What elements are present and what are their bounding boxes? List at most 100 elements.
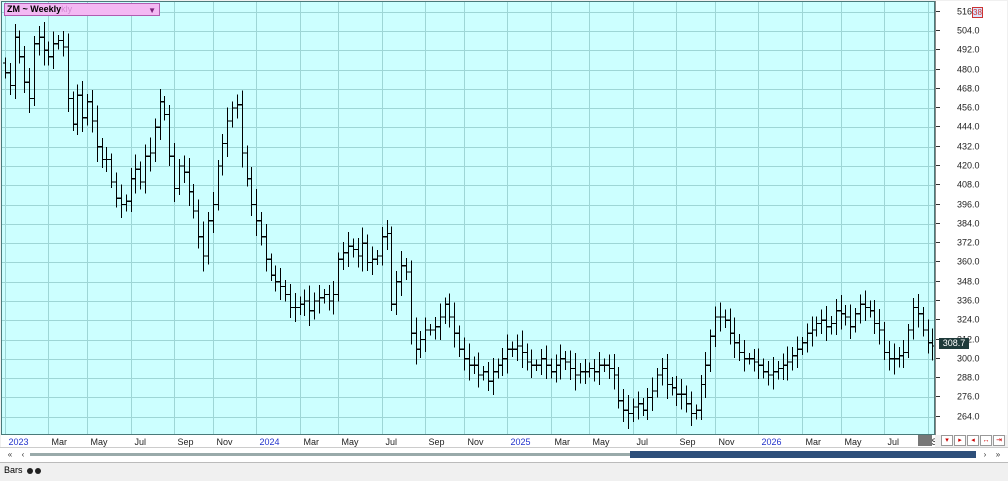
ohlc-bar <box>863 290 868 321</box>
scroll-left-icon[interactable]: « <box>4 449 16 460</box>
ohlc-bar <box>829 315 834 335</box>
ohlc-bar <box>100 137 105 169</box>
ohlc-bar <box>476 352 481 388</box>
ohlc-bar <box>312 292 317 320</box>
price-tick-label: 408.0 <box>957 180 980 190</box>
ohlc-bar <box>8 63 13 96</box>
dropdown-caret-icon[interactable]: ▼ <box>148 5 156 16</box>
time-tick-label: Nov <box>468 437 485 447</box>
ohlc-bar <box>631 398 636 423</box>
ohlc-bar <box>269 253 274 282</box>
ohlc-bar <box>360 227 365 272</box>
symbol-selector[interactable]: ZM ~ Weeklykly ▼ <box>4 3 160 16</box>
horizontal-scrollbar[interactable]: « ‹ › » <box>0 447 1008 462</box>
scroll-step-right-icon[interactable]: › <box>979 449 991 460</box>
scroll-right-icon[interactable]: » <box>992 449 1004 460</box>
ohlc-bar <box>225 107 230 157</box>
ohlc-bar <box>27 67 32 113</box>
ohlc-bar <box>71 91 76 131</box>
ohlc-bar <box>109 153 114 188</box>
price-tick-label: 360.0 <box>957 257 980 267</box>
ohlc-bar <box>926 319 931 354</box>
ohlc-bar <box>573 353 578 391</box>
ohlc-bar <box>438 303 443 341</box>
ohlc-bar <box>752 349 757 372</box>
ohlc-bar <box>133 154 138 194</box>
ohlc-bar <box>298 296 303 316</box>
ohlc-bar <box>621 389 626 422</box>
ohlc-bar <box>525 343 530 371</box>
ohlc-bar <box>394 271 399 315</box>
ohlc-bar <box>805 323 810 353</box>
bars-tab[interactable]: Bars <box>4 465 42 475</box>
ohlc-bar <box>737 334 742 362</box>
ohlc-bar <box>916 293 921 328</box>
scroll-thumb[interactable] <box>630 451 976 458</box>
ohlc-bar <box>858 294 863 324</box>
nav-button-3[interactable]: ◂ <box>967 435 979 446</box>
ohlc-bar <box>872 300 877 335</box>
time-tick-label: Jul <box>637 437 649 447</box>
ohlc-bar <box>235 94 240 119</box>
ohlc-bar <box>46 41 51 66</box>
ohlc-bar <box>119 184 124 219</box>
scroll-step-left-icon[interactable]: ‹ <box>17 449 29 460</box>
time-tick-label: Jul <box>386 437 398 447</box>
ohlc-bar <box>85 93 90 126</box>
ohlc-bar <box>544 345 549 379</box>
ohlc-bar <box>578 363 583 384</box>
ohlc-bar <box>756 348 761 379</box>
ohlc-bar <box>892 343 897 375</box>
ohlc-bar <box>486 362 491 391</box>
ohlc-bar <box>747 353 752 365</box>
price-tick-label: 288.0 <box>957 373 980 383</box>
ohlc-bar <box>264 224 269 272</box>
ohlc-bar <box>167 104 172 166</box>
dot-icon <box>27 467 34 474</box>
ohlc-bar <box>467 343 472 381</box>
ohlc-bar <box>800 336 805 355</box>
ohlc-bar <box>921 307 926 337</box>
ohlc-bar <box>404 257 409 280</box>
ohlc-bar <box>650 377 655 411</box>
price-tick-label: 300.0 <box>957 354 980 364</box>
price-tick-label: 372.0 <box>957 238 980 248</box>
ohlc-bar <box>428 324 433 336</box>
ohlc-bar <box>529 349 534 378</box>
nav-button-1[interactable]: ▾ <box>941 435 953 446</box>
price-tick-label: 468.0 <box>957 84 980 94</box>
nav-button-2[interactable]: ▸ <box>954 435 966 446</box>
ohlc-bar <box>3 57 8 79</box>
ohlc-bar <box>500 348 505 376</box>
time-tick-label: 2023 <box>9 437 29 447</box>
ohlc-bar <box>414 317 419 365</box>
corner-badge[interactable]: 38 <box>972 7 983 18</box>
price-tick-label: 324.0 <box>957 315 980 325</box>
ohlc-bar <box>906 324 911 359</box>
ohlc-bar <box>563 351 568 370</box>
ohlc-bar <box>887 340 892 371</box>
price-tick-label: 420.0 <box>957 161 980 171</box>
ohlc-bar <box>177 159 182 196</box>
ohlc-bar <box>143 144 148 194</box>
ohlc-bar <box>868 300 873 318</box>
nav-button-5[interactable]: ⇥ <box>993 435 1005 446</box>
ohlc-bar <box>839 295 844 330</box>
time-tick-label: Sep <box>429 437 445 447</box>
ohlc-bar <box>558 344 563 380</box>
ohlc-bar <box>114 172 119 208</box>
ohlc-bar <box>496 358 501 379</box>
time-tick-label: Jul <box>135 437 147 447</box>
ohlc-bar <box>834 299 839 336</box>
ohlc-bar <box>336 252 341 302</box>
scale-corner[interactable] <box>918 435 932 446</box>
time-tick-label: Mar <box>806 437 822 447</box>
nav-button-4[interactable]: ↔ <box>980 435 992 446</box>
ohlc-bar <box>418 330 423 358</box>
ohlc-bar <box>660 357 665 386</box>
symbol-label: ZM ~ Weekly <box>7 4 62 14</box>
plot-area[interactable]: ZM ~ Weeklykly ▼ <box>1 1 935 435</box>
time-tick-label: May <box>845 437 863 447</box>
ohlc-bar <box>848 304 853 340</box>
ohlc-bar <box>172 142 177 202</box>
